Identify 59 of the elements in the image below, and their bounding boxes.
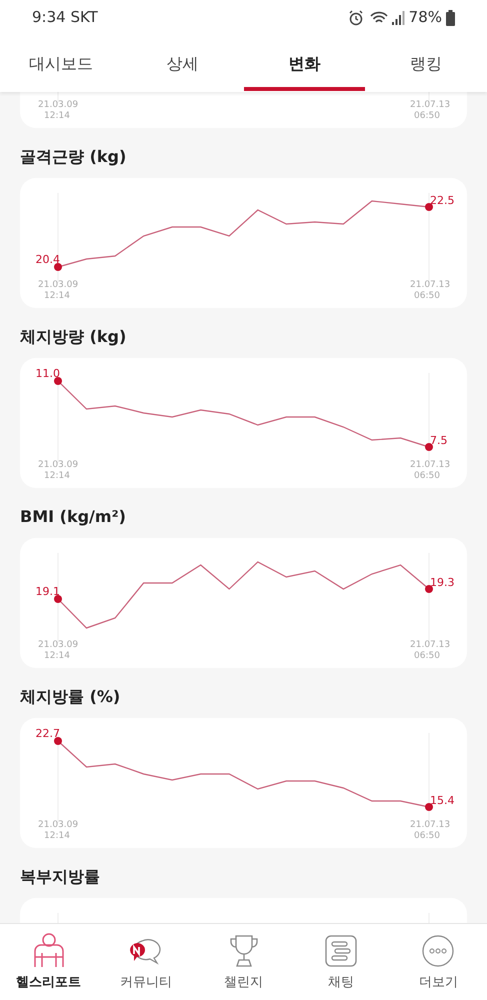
start-dot (54, 737, 62, 745)
section-title: 골격근량 (kg) (20, 146, 128, 168)
date-label: 21.03.09 (38, 460, 78, 471)
more-icon (422, 935, 454, 968)
tab[interactable]: 상세 (122, 35, 244, 92)
date-label: 21.07.13 (410, 820, 450, 831)
nav-item[interactable]: 헬스리포트 (0, 924, 98, 1000)
nav-item[interactable]: 더보기 (390, 924, 487, 1000)
date-label: 21.07.13 (410, 100, 450, 111)
date-label: 12:14 (44, 291, 70, 302)
start-dot (54, 263, 62, 271)
alarm-icon (348, 10, 364, 26)
end-dot (425, 803, 433, 811)
date-label: 06:50 (414, 471, 440, 482)
wifi-icon (370, 10, 388, 24)
end-value: 7.5 (430, 434, 448, 447)
signal-icon (390, 10, 405, 24)
start-value: 20.4 (36, 253, 60, 266)
nav-item[interactable]: 커뮤니티 (97, 924, 195, 1000)
date-label: 06:50 (414, 291, 440, 302)
date-label: 12:14 (44, 831, 70, 842)
status-time: 9:34 SKT (32, 7, 98, 28)
end-value: 22.5 (430, 194, 454, 207)
end-dot (425, 203, 433, 211)
date-label: 12:14 (44, 651, 70, 662)
tab[interactable]: 변화 (244, 35, 366, 92)
date-label: 21.07.13 (410, 640, 450, 651)
section-title: 체지방률 (%) (20, 686, 122, 708)
trophy-icon (228, 934, 260, 968)
date-label: 12:14 (44, 111, 70, 122)
date-label: 06:50 (414, 111, 440, 122)
end-value: 15.4 (430, 794, 454, 807)
start-dot (54, 377, 62, 385)
start-value: 19.1 (36, 585, 60, 598)
date-label: 21.07.13 (410, 460, 450, 471)
nav-item[interactable]: 챌린지 (194, 924, 292, 1000)
date-label: 21.03.09 (38, 100, 78, 111)
start-value: 22.7 (36, 727, 60, 740)
date-label: 21.03.09 (38, 280, 78, 291)
date-label: 06:50 (414, 651, 440, 662)
nav-item[interactable]: 채팅 (292, 924, 390, 1000)
section-title: BMI (kg/m²) (20, 506, 127, 528)
date-label: 21.07.13 (410, 280, 450, 291)
start-dot (54, 595, 62, 603)
end-dot (425, 585, 433, 593)
end-dot (425, 443, 433, 451)
end-value: 19.3 (430, 576, 454, 589)
start-value: 11.0 (36, 367, 60, 380)
battery-icon (446, 10, 455, 26)
date-label: 21.03.09 (38, 640, 78, 651)
tab[interactable]: 랭킹 (365, 35, 487, 92)
date-label: 06:50 (414, 831, 440, 842)
battery-percent: 78% (408, 7, 442, 28)
tab[interactable]: 대시보드 (0, 35, 122, 92)
section-title: 체지방량 (kg) (20, 326, 128, 348)
date-label: 12:14 (44, 471, 70, 482)
chat-list-icon (324, 935, 357, 968)
date-label: 21.03.09 (38, 820, 78, 831)
section-title: 복부지방률 (20, 866, 101, 888)
